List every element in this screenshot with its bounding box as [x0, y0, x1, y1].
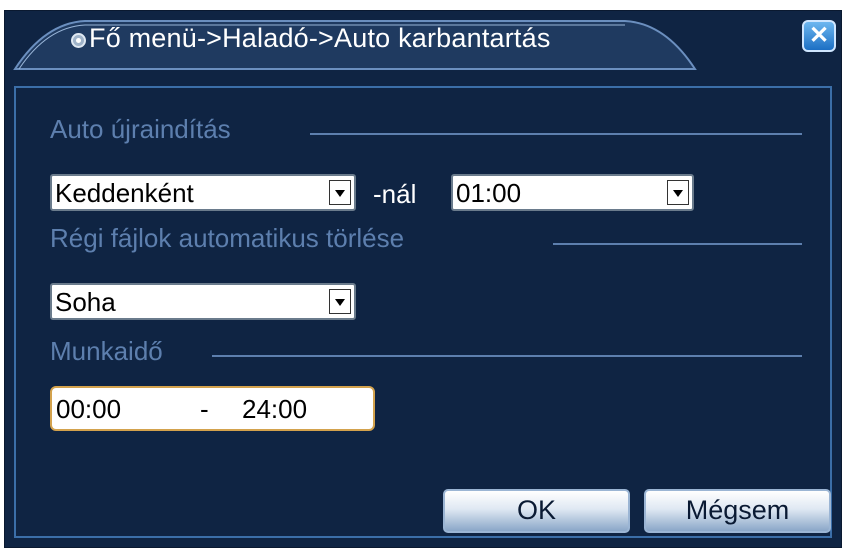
work-time-heading: Munkaidő: [50, 336, 163, 366]
close-button[interactable]: ✕: [802, 20, 836, 52]
work-time-separator: -: [200, 394, 209, 424]
section-divider: [553, 243, 802, 245]
restart-day-value: Keddenként: [55, 178, 194, 208]
delete-old-files-select[interactable]: Soha: [50, 283, 356, 320]
at-label: -nál: [373, 179, 417, 209]
delete-old-files-value: Soha: [55, 287, 116, 317]
ok-button[interactable]: OK: [443, 489, 630, 533]
restart-time-value: 01:00: [456, 178, 522, 208]
restart-time-select[interactable]: 01:00: [451, 174, 694, 211]
cancel-button[interactable]: Mégsem: [644, 489, 831, 533]
old-files-heading: Régi fájlok automatikus törlése: [50, 223, 405, 253]
maintenance-dialog: Fő menü->Haladó->Auto karbantartás ✕ Aut…: [4, 10, 842, 548]
chevron-down-icon[interactable]: [667, 180, 689, 205]
work-time-start[interactable]: 00:00: [56, 394, 121, 425]
title-bar[interactable]: Fő menü->Haladó->Auto karbantartás ✕: [5, 11, 841, 73]
section-divider: [310, 133, 802, 135]
chevron-down-icon[interactable]: [329, 289, 351, 314]
menu-icon: [71, 33, 86, 48]
restart-day-select[interactable]: Keddenként: [50, 174, 356, 211]
section-divider: [212, 355, 802, 357]
work-time-end[interactable]: 24:00: [242, 394, 307, 425]
chevron-down-icon[interactable]: [329, 180, 351, 205]
window-title: Fő menü->Haladó->Auto karbantartás: [89, 23, 551, 53]
work-time-field[interactable]: 00:00 - 24:00: [50, 386, 375, 431]
auto-restart-heading: Auto újraindítás: [50, 114, 231, 144]
